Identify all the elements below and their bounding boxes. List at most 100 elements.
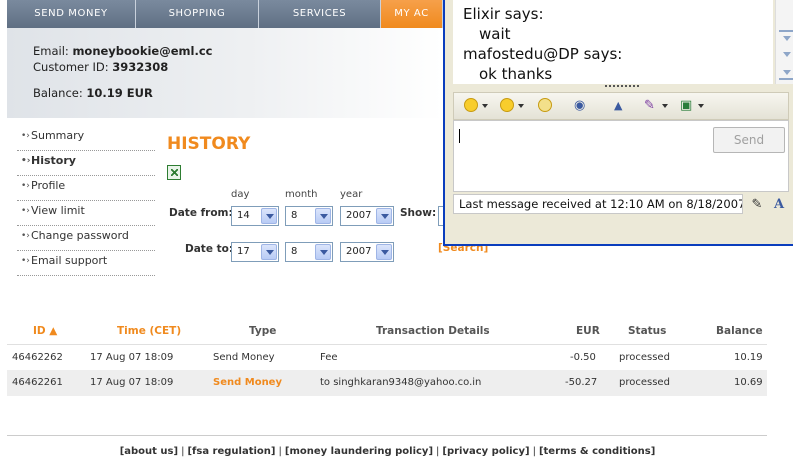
customer-id: 3932308 (112, 60, 169, 74)
nav-tab-shopping[interactable]: SHOPPING (136, 0, 259, 28)
chevron-down-icon (315, 244, 331, 260)
menu-item-change-password[interactable]: •› Change password (17, 226, 155, 251)
scroll-end-icon[interactable] (779, 66, 793, 80)
chat-window: Elixir says: wait mafostedu@DP says: ok … (443, 0, 793, 246)
account-email: moneybookie@eml.cc (72, 44, 213, 58)
customer-id-row: Customer ID: 3932308 (33, 60, 168, 74)
handwriting-icon[interactable]: ✎ (747, 196, 767, 214)
balance-label: Balance: (33, 86, 83, 100)
month-label: month (285, 189, 318, 200)
footer-link-privacy[interactable]: [privacy policy] (442, 446, 529, 457)
nav-tab-my-account[interactable]: MY AC (381, 0, 443, 28)
to-month-select[interactable]: 8 (285, 242, 333, 262)
date-from-label: Date from: (169, 207, 233, 219)
nav-tab-send-money[interactable]: SEND MONEY (7, 0, 136, 28)
day-label: day (231, 189, 250, 200)
voice-clip-icon[interactable]: ◉ (574, 98, 585, 114)
column-header-id[interactable]: ID ▲ (33, 325, 57, 337)
nav-tab-services[interactable]: SERVICES (259, 0, 381, 28)
chat-sender: mafostedu@DP says: (463, 45, 623, 63)
cell-time: 17 Aug 07 18:09 (90, 352, 174, 363)
scroll-down-icon[interactable] (779, 30, 793, 44)
to-day-select[interactable]: 17 (231, 242, 279, 262)
chat-scrollbar[interactable] (775, 0, 793, 84)
footer-link-about[interactable]: [about us] (120, 446, 178, 457)
cell-details: to singhkaran9348@yahoo.co.in (320, 377, 482, 388)
brush-icon[interactable]: ✎ (644, 98, 655, 114)
nudge-icon[interactable] (538, 98, 552, 114)
account-balance: 10.19 EUR (86, 86, 153, 100)
send-button[interactable]: Send (713, 127, 785, 153)
menu-item-label: Change password (31, 229, 129, 242)
from-day-value: 14 (237, 210, 250, 221)
menu-item-label: Profile (31, 179, 66, 192)
chat-history: Elixir says: wait mafostedu@DP says: ok … (453, 0, 773, 84)
arrow-bullet-icon: •› (21, 156, 31, 166)
footer-link-terms[interactable]: [terms & conditions] (539, 446, 655, 457)
emoticon-icon[interactable] (464, 98, 478, 114)
to-month-value: 8 (291, 246, 298, 257)
page-title: HISTORY (167, 134, 251, 154)
email-row: Email: moneybookie@eml.cc (33, 44, 212, 58)
table-row: 46462262 17 Aug 07 18:09 Send Money Fee … (7, 344, 767, 371)
column-header-time[interactable]: Time (CET) (117, 325, 181, 337)
chevron-down-icon (376, 208, 392, 224)
chat-sender: Elixir says: (463, 5, 544, 23)
footer-link-aml[interactable]: [money laundering policy] (285, 446, 433, 457)
menu-item-history[interactable]: •› History (17, 151, 155, 176)
resize-grip-icon[interactable] (605, 85, 641, 87)
chat-message: wait (479, 25, 511, 43)
arrow-bullet-icon: •› (21, 231, 30, 241)
chevron-down-icon (662, 104, 668, 108)
chat-message: ok thanks (479, 65, 553, 83)
footer-separator: | (278, 446, 282, 457)
column-header-details: Transaction Details (376, 325, 490, 337)
from-month-value: 8 (291, 210, 298, 221)
to-year-select[interactable]: 2007 (340, 242, 394, 262)
footer-separator: | (181, 446, 185, 457)
table-row: 46462261 17 Aug 07 18:09 Send Money to s… (7, 370, 767, 396)
chevron-down-icon (482, 104, 488, 108)
column-header-status: Status (628, 325, 667, 337)
cell-type: Send Money (213, 352, 275, 363)
font-icon[interactable]: A (769, 196, 789, 214)
chat-toolbar: ◉ ▲ ✎ ▣ (453, 92, 789, 120)
chevron-down-icon (698, 104, 704, 108)
scroll-down-icon[interactable] (779, 48, 793, 60)
from-day-select[interactable]: 14 (231, 206, 279, 226)
menu-item-email-support[interactable]: •› Email support (17, 251, 155, 276)
top-navigation: SEND MONEY SHOPPING SERVICES MY AC (7, 0, 443, 28)
cell-eur: -0.50 (570, 352, 596, 363)
from-month-select[interactable]: 8 (285, 206, 333, 226)
balance-row: Balance: 10.19 EUR (33, 86, 153, 100)
chat-status: Last message received at 12:10 AM on 8/1… (453, 194, 743, 214)
chevron-down-icon (261, 244, 277, 260)
account-summary-panel: Email: moneybookie@eml.cc Customer ID: 3… (7, 28, 443, 118)
cell-eur: -50.27 (565, 377, 598, 388)
excel-export-icon[interactable] (167, 165, 181, 180)
cell-balance: 10.69 (734, 377, 763, 388)
column-header-type: Type (249, 325, 277, 337)
customer-id-label: Customer ID: (33, 60, 109, 74)
menu-item-view-limit[interactable]: •› View limit (17, 201, 155, 226)
cell-status: processed (619, 377, 670, 388)
cell-balance: 10.19 (734, 352, 763, 363)
chevron-down-icon (376, 244, 392, 260)
show-label: Show: (400, 207, 437, 219)
column-header-eur: EUR (576, 325, 600, 337)
spellcheck-icon[interactable]: ▲ (614, 98, 622, 114)
date-to-label: Date to: (185, 243, 234, 255)
footer-link-fsa[interactable]: [fsa regulation] (187, 446, 275, 457)
arrow-bullet-icon: •› (21, 206, 30, 216)
cell-type-link[interactable]: Send Money (213, 377, 282, 388)
background-icon[interactable]: ▣ (680, 98, 692, 114)
menu-item-summary[interactable]: •› Summary (17, 126, 155, 151)
column-header-balance: Balance (716, 325, 763, 337)
to-year-value: 2007 (346, 246, 372, 257)
menu-item-profile[interactable]: •› Profile (17, 176, 155, 201)
chevron-down-icon (261, 208, 277, 224)
footer-separator: | (436, 446, 440, 457)
footer-links: [about us] | [fsa regulation] | [money laund… (0, 446, 775, 457)
from-year-select[interactable]: 2007 (340, 206, 394, 226)
wink-icon[interactable] (500, 98, 514, 114)
